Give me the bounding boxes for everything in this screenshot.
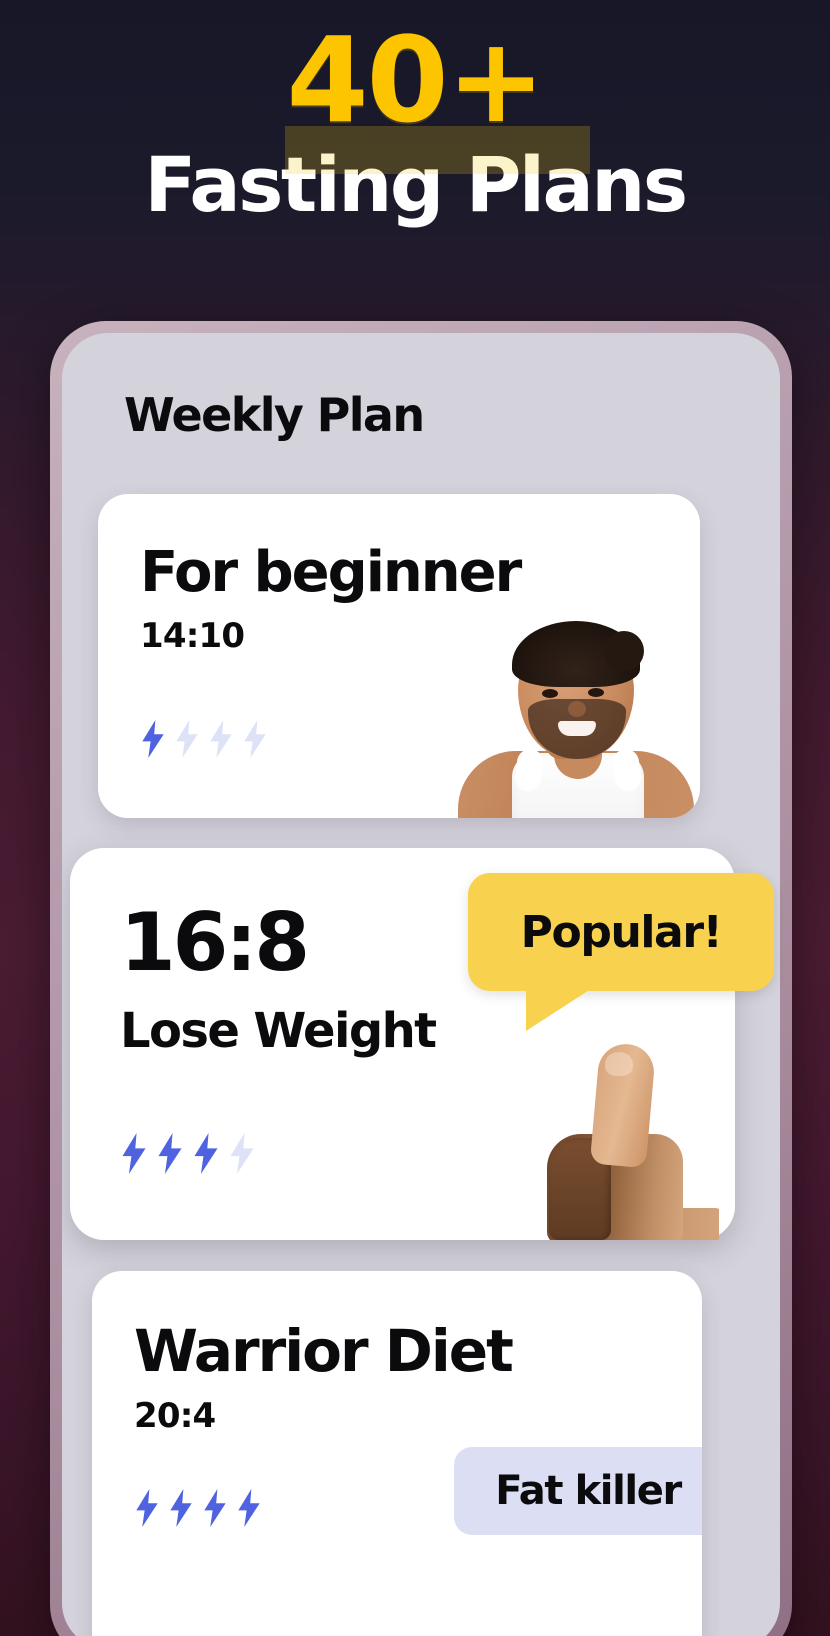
lightning-bolt-icon xyxy=(238,1489,260,1527)
promo-screenshot: 40+ Fasting Plans Weekly Plan For beginn… xyxy=(0,0,830,1636)
badge-fat-killer-label: Fat killer xyxy=(495,1468,682,1514)
lightning-bolt-icon xyxy=(176,720,198,758)
plan-photo-thumbs-up xyxy=(519,1030,719,1240)
lightning-bolt-icon xyxy=(170,1489,192,1527)
lightning-bolt-icon xyxy=(244,720,266,758)
intensity-meter xyxy=(138,720,270,758)
plan-ratio: 14:10 xyxy=(140,616,245,656)
badge-popular: Popular! xyxy=(468,873,774,1031)
lightning-bolt-icon xyxy=(136,1489,158,1527)
plan-ratio: Lose Weight xyxy=(120,1003,437,1059)
man-smile xyxy=(558,721,596,736)
badge-fat-killer: Fat killer xyxy=(454,1447,702,1535)
man-hair xyxy=(512,621,644,687)
man-eye-right xyxy=(588,688,604,697)
lightning-bolt-icon xyxy=(210,720,232,758)
badge-popular-label: Popular! xyxy=(520,906,723,958)
plan-title: For beginner xyxy=(140,540,522,605)
plan-title: Warrior Diet xyxy=(134,1317,514,1385)
plan-photo-man xyxy=(450,613,700,818)
man-nose xyxy=(568,701,586,717)
lightning-bolt-icon xyxy=(122,1133,146,1174)
plan-ratio: 20:4 xyxy=(134,1396,216,1436)
plan-title: 16:8 xyxy=(120,896,310,989)
plan-card-for-beginner[interactable]: For beginner 14:10 xyxy=(98,494,700,818)
intensity-meter xyxy=(132,1489,264,1527)
lightning-bolt-icon xyxy=(204,1489,226,1527)
page-title: Weekly Plan xyxy=(124,388,425,442)
lightning-bolt-icon xyxy=(142,720,164,758)
headline-block: 40+ Fasting Plans xyxy=(0,0,830,300)
lightning-bolt-icon xyxy=(194,1133,218,1174)
badge-popular-tail xyxy=(526,987,594,1031)
lightning-bolt-icon xyxy=(158,1133,182,1174)
lightning-bolt-icon xyxy=(230,1133,254,1174)
phone-frame: Weekly Plan For beginner 14:10 16:8 Lose… xyxy=(50,321,792,1636)
headline-number: 40+ xyxy=(286,11,545,149)
intensity-meter xyxy=(118,1133,258,1174)
phone-screen: Weekly Plan For beginner 14:10 16:8 Lose… xyxy=(62,333,780,1636)
hand-thumbnail xyxy=(605,1052,633,1076)
headline-number-wrap: 40+ xyxy=(278,11,591,174)
plan-card-warrior-diet[interactable]: Warrior Diet 20:4 Fat killer xyxy=(92,1271,702,1636)
man-eye-left xyxy=(542,689,558,698)
